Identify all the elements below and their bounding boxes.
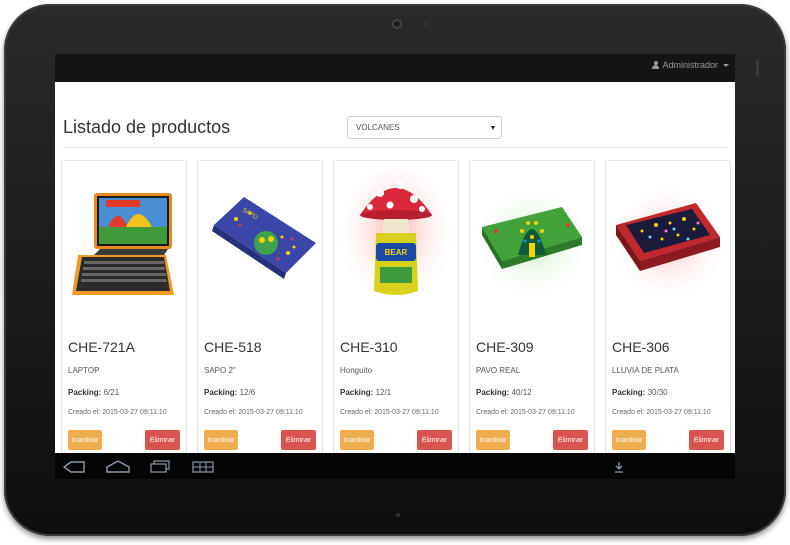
category-select-value: VOLCANES	[356, 123, 400, 132]
back-icon[interactable]	[62, 460, 85, 478]
product-code: CHE-518	[204, 339, 262, 355]
side-button	[756, 60, 759, 76]
product-name: LAPTOP	[68, 366, 100, 375]
recent-apps-icon[interactable]	[150, 460, 170, 478]
product-packing: Packing: 12/1	[340, 388, 392, 397]
product-card: BEAR CHE-310 Honguito Packing: 12/1 Crea…	[333, 160, 459, 453]
page-title: Listado de productos	[63, 117, 231, 137]
product-code: CHE-310	[340, 339, 398, 355]
inactivate-button[interactable]: Inactivar	[476, 430, 510, 450]
user-menu[interactable]: Administrador	[652, 60, 729, 70]
inactivate-button[interactable]: Inactivar	[68, 430, 102, 450]
main-content: Listado de productos VOLCANES CHE-721A L…	[55, 82, 735, 453]
user-name: Administrador	[662, 60, 718, 70]
delete-button[interactable]: Eliminar	[417, 430, 452, 450]
download-icon[interactable]	[614, 460, 624, 478]
product-card: SAPO CHE-518 SAPO 2" Packing: 12/6 Cread…	[197, 160, 323, 453]
product-image	[68, 167, 180, 317]
product-image: SAPO	[204, 167, 316, 317]
screen: Administrador Listado de productos VOLCA…	[55, 54, 735, 479]
bottom-sensor	[396, 513, 400, 517]
product-image: BEAR	[340, 167, 452, 317]
top-navbar: Administrador	[55, 54, 735, 82]
android-navbar	[55, 453, 735, 479]
product-created: Creado el: 2015-03-27 09:11:10	[204, 409, 303, 416]
delete-button[interactable]: Eliminar	[553, 430, 588, 450]
product-packing: Packing: 40/12	[476, 388, 532, 397]
light-sensor	[424, 22, 428, 26]
product-packing: Packing: 12/6	[204, 388, 256, 397]
product-name: SAPO 2"	[204, 366, 236, 375]
product-card: CHE-309 PAVO REAL Packing: 40/12 Creado …	[469, 160, 595, 453]
delete-button[interactable]: Eliminar	[145, 430, 180, 450]
product-code: CHE-306	[612, 339, 670, 355]
product-packing: Packing: 6/21	[68, 388, 120, 397]
product-created: Creado el: 2015-03-27 09:11:10	[340, 409, 439, 416]
product-name: LLUVIA DE PLATA	[612, 366, 679, 375]
inactivate-button[interactable]: Inactivar	[340, 430, 374, 450]
user-icon	[652, 61, 660, 69]
product-created: Creado el: 2015-03-27 09:11:10	[476, 409, 575, 416]
front-sensor	[311, 22, 315, 26]
select-arrow-icon	[491, 126, 495, 130]
front-camera	[392, 19, 402, 29]
category-select[interactable]: VOLCANES	[347, 116, 502, 139]
product-card: CHE-306 LLUVIA DE PLATA Packing: 30/30 C…	[605, 160, 731, 453]
product-card: CHE-721A LAPTOP Packing: 6/21 Creado el:…	[61, 160, 187, 453]
product-name: PAVO REAL	[476, 366, 521, 375]
product-packing: Packing: 30/30	[612, 388, 668, 397]
product-image	[612, 167, 724, 317]
divider	[63, 147, 727, 148]
product-code: CHE-309	[476, 339, 534, 355]
caret-down-icon	[723, 63, 729, 67]
product-name: Honguito	[340, 366, 373, 375]
product-created: Creado el: 2015-03-27 09:11:10	[612, 409, 711, 416]
inactivate-button[interactable]: Inactivar	[204, 430, 238, 450]
product-created: Creado el: 2015-03-27 09:11:10	[68, 409, 167, 416]
home-icon[interactable]	[106, 460, 130, 478]
delete-button[interactable]: Eliminar	[281, 430, 316, 450]
svg-text:BEAR: BEAR	[385, 248, 408, 257]
grid-icon[interactable]	[192, 460, 214, 478]
delete-button[interactable]: Eliminar	[689, 430, 724, 450]
product-image	[476, 167, 588, 317]
product-code: CHE-721A	[68, 339, 135, 355]
inactivate-button[interactable]: Inactivar	[612, 430, 646, 450]
